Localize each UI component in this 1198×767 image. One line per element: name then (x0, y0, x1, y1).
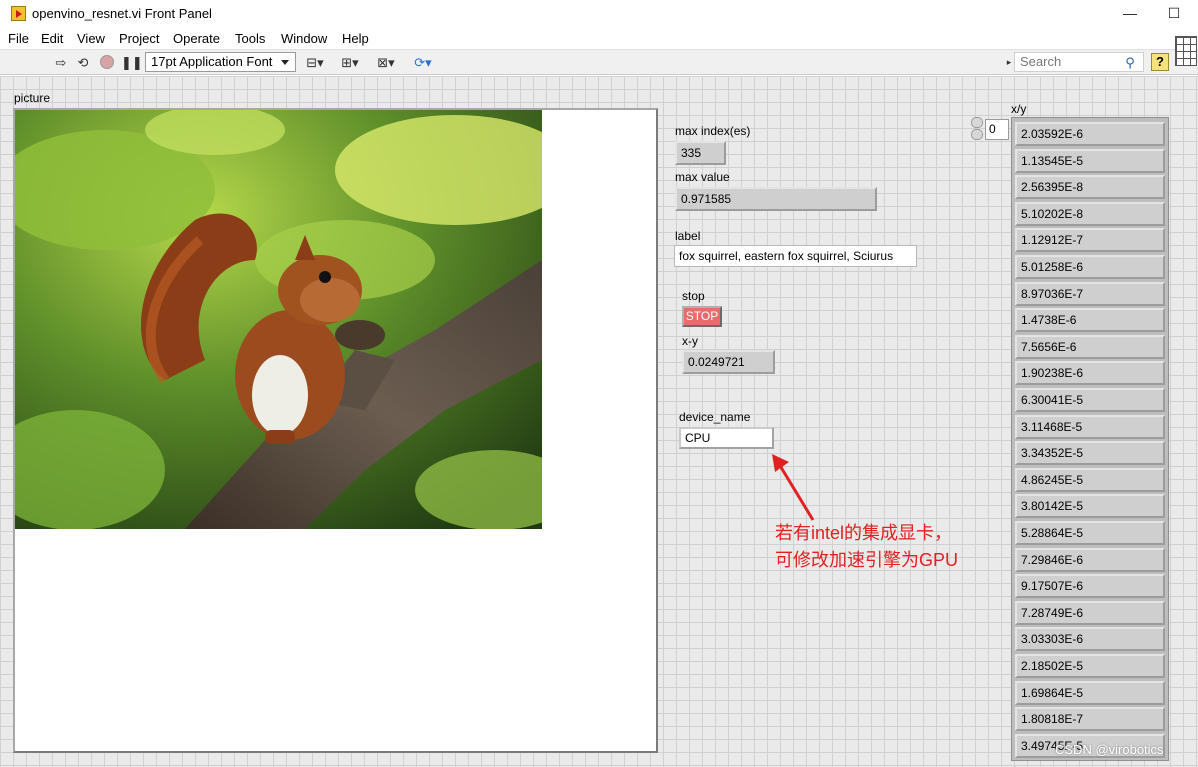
array-element: 5.01258E-6 (1015, 255, 1165, 279)
xy-array-indicator: 2.03592E-6 1.13545E-5 2.56395E-8 5.10202E-8… (1011, 117, 1169, 761)
font-select[interactable]: 17pt Application Font (145, 52, 296, 72)
abort-execution-icon[interactable] (98, 54, 116, 71)
picture-indicator (13, 108, 658, 753)
array-element: 3.03303E-6 (1015, 627, 1165, 652)
max-value-label: max value (675, 170, 730, 184)
search-icon[interactable]: ⚲ (1122, 54, 1138, 71)
array-label: x/y (1011, 102, 1027, 116)
max-index-indicator: 335 (675, 141, 726, 165)
annotation-line-2: 可修改加速引擎为GPU (775, 550, 959, 570)
array-element: 1.69864E-5 (1015, 680, 1165, 705)
max-value-indicator: 0.971585 (675, 187, 877, 211)
annotation-line-1: 若有intel的集成显卡， (775, 523, 953, 543)
array-element: 7.29846E-6 (1015, 547, 1165, 572)
squirrel-photo (15, 110, 542, 529)
stop-button[interactable]: STOP (682, 306, 722, 327)
xy-indicator: 0.0249721 (682, 350, 775, 374)
increment-arrow-icon[interactable] (971, 117, 983, 128)
array-element: 7.5656E-6 (1015, 334, 1165, 359)
vi-connector-pane-icon[interactable] (1175, 36, 1197, 66)
array-element: 1.80818E-7 (1015, 707, 1165, 732)
array-element: 1.90238E-6 (1015, 361, 1165, 386)
maximize-button[interactable]: ☐ (1151, 2, 1197, 24)
decrement-arrow-icon[interactable] (971, 129, 983, 140)
device-name-control[interactable]: CPU (679, 427, 774, 449)
array-element: 6.30041E-5 (1015, 388, 1165, 412)
menu-file[interactable]: File (8, 31, 29, 46)
array-element: 2.56395E-8 (1015, 175, 1165, 200)
array-element: 8.97036E-7 (1015, 281, 1165, 306)
context-help-icon[interactable]: ? (1151, 53, 1169, 71)
distribute-objects-icon[interactable]: ⊞▾ (338, 54, 362, 71)
array-element: 2.18502E-5 (1015, 654, 1165, 678)
menu-help[interactable]: Help (342, 31, 369, 46)
array-element: 1.12912E-7 (1015, 228, 1165, 253)
annotation-text: 若有intel的集成显卡， 可修改加速引擎为GPU (775, 520, 958, 574)
device-name-label: device_name (679, 410, 751, 424)
array-element: 4.86245E-5 (1015, 467, 1165, 492)
menu-edit[interactable]: Edit (41, 31, 63, 46)
array-element: 5.10202E-8 (1015, 201, 1165, 226)
title-bar: openvino_resnet.vi Front Panel — ☐ (0, 0, 1198, 28)
max-index-label: max index(es) (675, 124, 751, 138)
array-element: 3.11468E-5 (1015, 414, 1165, 439)
array-element: 2.03592E-6 (1015, 122, 1165, 146)
array-element: 3.80142E-5 (1015, 494, 1165, 519)
resize-objects-icon[interactable]: ⊠▾ (373, 54, 399, 71)
menu-project[interactable]: Project (119, 31, 159, 46)
array-index-spinner[interactable] (971, 117, 985, 141)
array-index-control[interactable]: 0 (985, 119, 1009, 140)
array-element: 1.4738E-6 (1015, 308, 1165, 333)
label-indicator: fox squirrel, eastern fox squirrel, Sciu… (674, 245, 917, 267)
run-continuously-icon[interactable]: ⟲ (74, 54, 92, 71)
label-label: label (675, 229, 701, 243)
pause-icon[interactable]: ❚❚ (121, 54, 143, 71)
stop-label: stop (682, 289, 705, 303)
xy-label: x-y (682, 334, 698, 348)
reorder-icon[interactable]: ⟳▾ (410, 54, 436, 71)
array-element: 1.13545E-5 (1015, 148, 1165, 173)
toolbar: ⇨ ⟲ ❚❚ 17pt Application Font ⊟▾ ⊞▾ ⊠▾ ⟳▾… (0, 49, 1198, 75)
watermark: CSDN @virobotics (1055, 742, 1164, 757)
labview-vi-icon (11, 6, 26, 21)
annotation-arrow-icon (772, 454, 815, 521)
menu-operate[interactable]: Operate (173, 31, 220, 46)
search-expand-icon[interactable]: ▸ (1004, 54, 1014, 71)
menu-tools[interactable]: Tools (235, 31, 265, 46)
array-element: 9.17507E-6 (1015, 574, 1165, 599)
picture-label: picture (14, 91, 51, 105)
window-title: openvino_resnet.vi Front Panel (32, 6, 212, 21)
menu-view[interactable]: View (77, 31, 105, 46)
menu-window[interactable]: Window (281, 31, 327, 46)
array-element: 3.34352E-5 (1015, 441, 1165, 466)
menu-bar: File Edit View Project Operate Tools Win… (0, 28, 1198, 49)
array-element: 5.28864E-5 (1015, 521, 1165, 545)
align-objects-icon[interactable]: ⊟▾ (303, 54, 327, 71)
array-element: 7.28749E-6 (1015, 600, 1165, 625)
minimize-button[interactable]: — (1107, 2, 1153, 24)
run-arrow-icon[interactable]: ⇨ (53, 54, 69, 71)
